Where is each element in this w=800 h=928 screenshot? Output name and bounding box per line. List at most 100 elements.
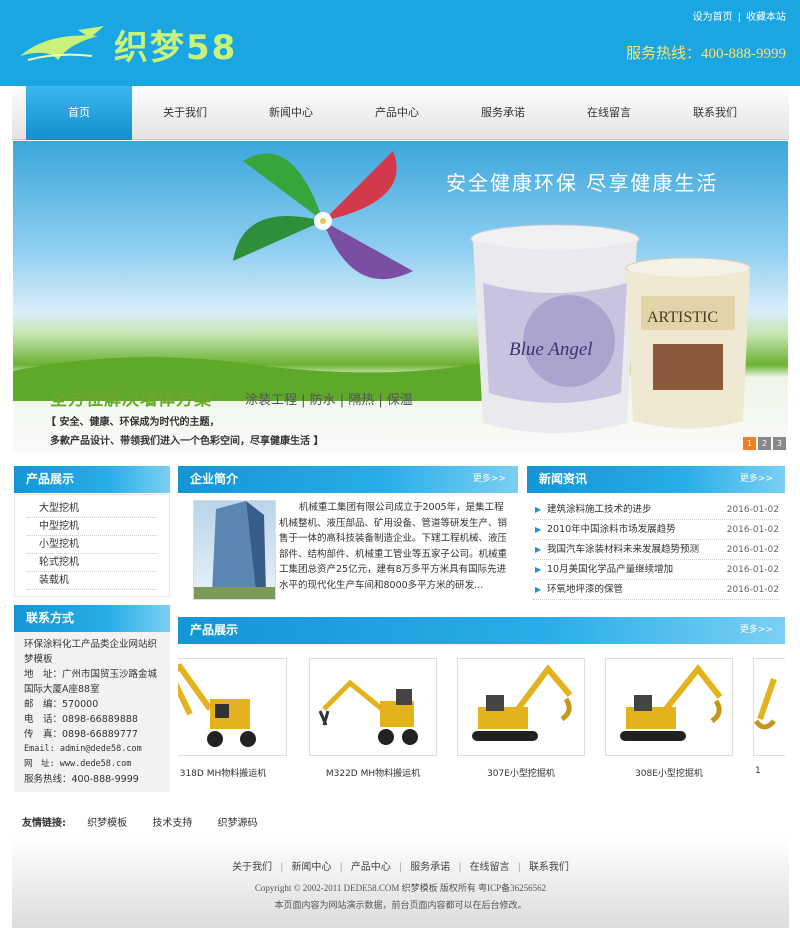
divider: | — [280, 862, 284, 873]
product-card[interactable]: 318D MH物料搬运机 — [178, 658, 287, 779]
paint-bucket-artistic: ARTISTIC — [625, 257, 751, 429]
contact-title: 联系方式 — [26, 611, 75, 625]
nav-service[interactable]: 服务承诺 — [450, 86, 556, 140]
slide-dot[interactable]: 2 — [758, 437, 771, 450]
category-item[interactable]: 轮式挖机 — [27, 554, 157, 572]
news-item[interactable]: ▶ 10月美国化学品产量继续增加 2016-01-02 — [533, 560, 779, 580]
sidebar-products-head: 产品展示 — [14, 466, 170, 493]
footer-link-about[interactable]: 关于我们 — [232, 862, 272, 873]
intro-text: 机械重工集团有限公司成立于2005年，是集工程机械整机、液压部品、矿用设备、管道… — [279, 502, 508, 591]
bullet-icon: ▶ — [535, 585, 542, 594]
product-card[interactable]: M322D MH物料搬运机 — [309, 658, 437, 779]
sidebar-products-title: 产品展示 — [26, 472, 75, 486]
product-image[interactable] — [753, 658, 785, 756]
product-name[interactable]: 1 — [753, 766, 785, 776]
footer-note: 本页面内容为网站演示数据，前台页面内容都可以在后台修改。 — [274, 901, 527, 911]
news-item[interactable]: ▶ 我国汽车涂装材料未来发展趋势预测 2016-01-02 — [533, 540, 779, 560]
footer-link-products[interactable]: 产品中心 — [351, 862, 391, 873]
nav-contact[interactable]: 联系我们 — [662, 86, 768, 140]
banner-subtext-2: 多款产品设计、带领我们进入一个色彩空间，尽享健康生活 】 — [50, 436, 324, 447]
product-image[interactable] — [457, 658, 585, 756]
product-card[interactable]: 308E小型挖掘机 — [605, 658, 733, 779]
news-item-title[interactable]: 2010年中国涂料市场发展趋势 — [547, 520, 676, 540]
bird-logo-icon — [20, 26, 104, 61]
friend-links: 友情链接: 织梦模板 技术支持 织梦源码 — [22, 814, 280, 829]
product-card[interactable]: 307E小型挖掘机 — [457, 658, 585, 779]
excavator-icon — [472, 664, 573, 741]
product-image[interactable] — [605, 658, 733, 756]
divider: | — [458, 862, 462, 873]
category-item[interactable]: 装载机 — [27, 572, 157, 590]
friend-link[interactable]: 织梦模板 — [87, 818, 127, 829]
footer-nav: 关于我们 | 新闻中心 | 产品中心 | 服务承诺 | 在线留言 | 联系我们 — [12, 858, 789, 873]
footer-link-news[interactable]: 新闻中心 — [291, 862, 331, 873]
news-item-date: 2016-01-02 — [726, 585, 779, 595]
news-item-date: 2016-01-02 — [726, 505, 779, 515]
divider: | — [398, 862, 403, 873]
products-more-link[interactable]: 更多>> — [740, 617, 773, 644]
footer-link-service[interactable]: 服务承诺 — [410, 862, 450, 873]
product-image[interactable] — [309, 658, 437, 756]
bookmark-link[interactable]: 收藏本站 — [746, 12, 786, 23]
logo[interactable]: 织梦58 — [18, 20, 248, 68]
main-nav: 首页 关于我们 新闻中心 产品中心 服务承诺 在线留言 联系我们 — [12, 86, 789, 140]
news-item-title[interactable]: 10月美国化学品产量继续增加 — [547, 560, 673, 580]
intro-more-link[interactable]: 更多>> — [473, 466, 506, 493]
footer-link-contact[interactable]: 联系我们 — [529, 862, 569, 873]
nav-about[interactable]: 关于我们 — [132, 86, 238, 140]
top-links: 设为首页 | 收藏本站 — [693, 8, 786, 23]
bullet-icon: ▶ — [535, 525, 542, 534]
bullet-icon: ▶ — [535, 545, 542, 554]
friend-link[interactable]: 技术支持 — [152, 818, 192, 829]
slide-dot[interactable]: 1 — [743, 437, 756, 450]
news-item-title[interactable]: 环氧地坪漆的保管 — [547, 580, 623, 600]
footer-link-message[interactable]: 在线留言 — [470, 862, 510, 873]
products-title: 产品展示 — [190, 623, 239, 637]
product-image[interactable] — [178, 658, 287, 756]
contact-head: 联系方式 — [14, 605, 170, 632]
bullet-icon: ▶ — [535, 505, 542, 514]
news-item[interactable]: ▶ 2010年中国涂料市场发展趋势 2016-01-02 — [533, 520, 779, 540]
building-image[interactable] — [193, 500, 276, 600]
product-name[interactable]: 308E小型挖掘机 — [605, 766, 733, 779]
news-item[interactable]: ▶ 环氧地坪漆的保管 2016-01-02 — [533, 580, 779, 600]
footer: 关于我们 | 新闻中心 | 产品中心 | 服务承诺 | 在线留言 | 联系我们 Copyright … — [12, 838, 789, 928]
product-name[interactable]: 318D MH物料搬运机 — [178, 766, 287, 779]
set-homepage-link[interactable]: 设为首页 — [693, 12, 733, 23]
news-item-title[interactable]: 建筑涂料施工技术的进步 — [547, 500, 652, 520]
product-name[interactable]: M322D MH物料搬运机 — [309, 766, 437, 779]
friend-links-label: 友情链接: — [22, 818, 66, 829]
hero-banner[interactable]: 安全健康环保 尽享健康生活 全方位解决墙体方案 涂装工程 | 防水 | 隔热 |… — [13, 141, 788, 452]
nav-message[interactable]: 在线留言 — [556, 86, 662, 140]
news-title: 新闻资讯 — [539, 472, 588, 486]
banner-slogan: 安全健康环保 尽享健康生活 — [446, 171, 719, 195]
product-card[interactable]: 1 — [753, 658, 785, 776]
banner-subtext-1: 【 安全、健康、环保成为时代的主题， — [46, 417, 220, 428]
nav-news[interactable]: 新闻中心 — [238, 86, 344, 140]
nav-home[interactable]: 首页 — [26, 86, 132, 140]
excavator-icon — [754, 678, 777, 730]
contact-email[interactable]: Email: admin@dede58.com — [24, 742, 160, 757]
bucket2-label: ARTISTIC — [647, 309, 718, 326]
intro-title: 企业简介 — [190, 472, 239, 486]
divider: | — [737, 12, 741, 23]
news-item[interactable]: ▶ 建筑涂料施工技术的进步 2016-01-02 — [533, 500, 779, 520]
slide-dot[interactable]: 3 — [773, 437, 786, 450]
news-item-title[interactable]: 我国汽车涂装材料未来发展趋势预测 — [547, 540, 699, 560]
copyright: Copyright © 2002-2011 DEDE58.COM 织梦模板 版权… — [254, 883, 547, 893]
nav-products[interactable]: 产品中心 — [344, 86, 450, 140]
category-item[interactable]: 中型挖机 — [27, 518, 157, 536]
material-handler-icon — [318, 679, 418, 745]
product-name[interactable]: 307E小型挖掘机 — [457, 766, 585, 779]
category-item[interactable]: 小型挖机 — [27, 536, 157, 554]
contact-website[interactable]: 网 址: www.dede58.com — [24, 757, 160, 772]
paint-bucket-blue-angel: Blue Angel — [470, 224, 640, 433]
news-item-date: 2016-01-02 — [726, 565, 779, 575]
category-item[interactable]: 大型挖机 — [27, 500, 157, 518]
news-more-link[interactable]: 更多>> — [740, 466, 773, 493]
contact-info: 环保涂料化工产品类企业网站织梦模板 地 址：广州市国贸玉沙路金城国际大厦A座88… — [14, 632, 170, 792]
friend-link[interactable]: 织梦源码 — [218, 818, 258, 829]
product-carousel: 318D MH物料搬运机 M322D MH物料搬运机 307E小型挖掘机 308… — [178, 654, 785, 784]
banner-headline: 全方位解决墙体方案 — [50, 390, 212, 410]
logo-text: 织梦58 — [114, 28, 238, 68]
